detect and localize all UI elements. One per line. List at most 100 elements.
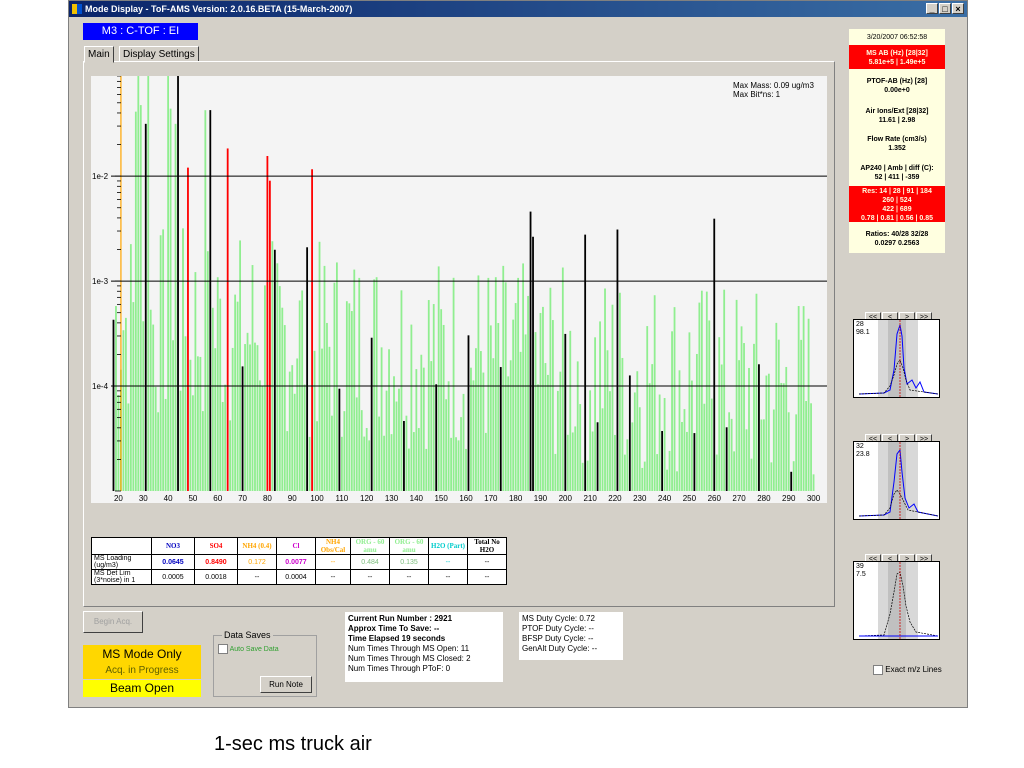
spectrum-bar	[452, 277, 455, 491]
x-tick-label: 120	[360, 494, 374, 503]
spectrum-bar	[204, 110, 207, 492]
spectrum-bar	[405, 415, 408, 491]
maximize-button[interactable]: □	[939, 3, 951, 14]
cell: 0.172	[237, 554, 277, 570]
spectrum-bar	[765, 375, 768, 491]
spectrum-bar	[298, 300, 301, 491]
beam-status: Beam Open	[83, 680, 201, 697]
spectrum-bar	[187, 167, 189, 491]
status-sidebar: 3/20/2007 06:52:58 MS AB (Hz) [28|32] 5.…	[849, 29, 945, 253]
peak-mz: 39	[856, 563, 864, 570]
spectrum-bar	[596, 422, 599, 491]
spectrum-bar	[551, 320, 554, 491]
spectrum-bar	[668, 450, 671, 491]
peak-value: 98.1	[856, 329, 870, 336]
spectrum-bar	[800, 339, 803, 491]
run-note-button[interactable]: Run Note	[260, 676, 312, 693]
res-line4: 0.78 | 0.81 | 0.56 | 0.85	[860, 215, 934, 222]
spectrum-bar	[244, 344, 246, 491]
hdr-nh4: NH4 (0.4)	[237, 537, 277, 555]
x-tick-label: 130	[385, 494, 399, 503]
spectrum-bar	[673, 307, 676, 491]
spectrum-bar	[321, 348, 323, 491]
close-button[interactable]: ×	[952, 3, 964, 14]
spectrum-bar	[368, 440, 371, 491]
spectrum-bar	[224, 384, 227, 491]
exact-lines-checkbox[interactable]	[873, 665, 883, 675]
begin-acq-button[interactable]: Begin Acq.	[83, 611, 143, 633]
ptof-duty: PTOF Duty Cycle: --	[522, 624, 594, 633]
spectrum-bar	[663, 398, 666, 491]
spectrum-bar	[437, 266, 440, 491]
spectrum-bar	[435, 384, 438, 491]
row-label: MS Det Lim (3*noise) in 1	[91, 569, 152, 585]
spectrum-bar	[288, 371, 291, 491]
title-bar[interactable]: Mode Display - ToF-AMS Version: 2.0.16.B…	[69, 1, 967, 17]
x-tick-label: 140	[410, 494, 424, 503]
spectrum-bar	[184, 336, 187, 491]
x-tick-label: 180	[509, 494, 523, 503]
minimize-button[interactable]: _	[926, 3, 938, 14]
auto-save-label: Auto Save Data	[229, 645, 279, 653]
spectrum-bar	[445, 399, 448, 491]
cell: --	[350, 569, 390, 585]
spectrum-bar	[142, 321, 145, 491]
spectrum-bar	[236, 301, 239, 491]
spectrum-bar	[365, 427, 368, 491]
ms-mode-status: MS Mode Only	[83, 645, 201, 663]
spectrum-bar	[410, 324, 413, 491]
auto-save-checkbox[interactable]	[218, 644, 228, 654]
x-tick-label: 190	[534, 494, 548, 503]
spectrum-bar	[345, 301, 348, 491]
spectrum-bar	[231, 347, 234, 491]
air-ions-label: Air Ions/Ext [28|32]	[865, 108, 929, 115]
spectrum-bar	[676, 471, 678, 491]
x-tick-label: 40	[164, 494, 173, 503]
spectrum-bar	[554, 453, 557, 491]
peak-panel-1: << < > >> 28 98.1	[853, 306, 940, 398]
tab-display-settings[interactable]: Display Settings	[119, 46, 199, 62]
spectrum-bar	[686, 431, 688, 491]
air-ions-value: 11.61 | 2.98	[878, 117, 916, 124]
spectrum-bar	[400, 290, 403, 491]
spectrum-bar	[646, 326, 649, 491]
res-line2: 260 | 524	[882, 197, 912, 204]
cell: 0.135	[389, 554, 429, 570]
spectrum-bar	[201, 411, 204, 491]
spectrum-bar	[549, 287, 552, 491]
spectrum-bar	[534, 332, 537, 491]
spectrum-bar	[581, 462, 584, 491]
spectrum-bar	[777, 339, 780, 491]
tab-main[interactable]: Main	[84, 46, 114, 63]
spectrum-bar	[715, 454, 718, 491]
ms-duty: MS Duty Cycle: 0.72	[522, 614, 595, 623]
spectrum-bar	[750, 458, 753, 491]
hdr-so4: SO4	[194, 537, 238, 555]
spectrum-bar	[571, 432, 574, 491]
spectrum-bar	[266, 156, 269, 491]
spectrum-bar	[606, 350, 609, 491]
spectrum-bar	[363, 436, 366, 491]
spectrum-bar	[797, 306, 800, 491]
genalt-duty: GenAlt Duty Cycle: --	[522, 644, 598, 653]
spectrum-bar	[350, 311, 353, 491]
hdr-h2o: H2O (Part)	[428, 537, 468, 555]
x-tick-label: 250	[683, 494, 697, 503]
spectrum-bar	[157, 412, 160, 491]
spectrum-bar	[229, 420, 232, 491]
x-tick-label: 230	[633, 494, 647, 503]
spectrum-bar	[457, 440, 460, 491]
spectrum-bar	[636, 371, 639, 491]
spectrum-bar	[172, 340, 174, 491]
acq-status: Acq. in Progress	[83, 663, 201, 679]
spectrum-bar	[658, 394, 661, 491]
spectrum-bar	[211, 307, 214, 491]
cell: 0.0645	[151, 554, 195, 570]
spectrum-bar	[730, 418, 733, 491]
spectrum-bar	[256, 345, 259, 491]
cell: --	[237, 569, 277, 585]
spectrum-bar	[271, 241, 274, 491]
ap240-label: AP240 | Amb | diff (C):	[860, 165, 934, 172]
spectrum-bar	[507, 376, 510, 491]
spectrum-bar	[569, 330, 572, 491]
